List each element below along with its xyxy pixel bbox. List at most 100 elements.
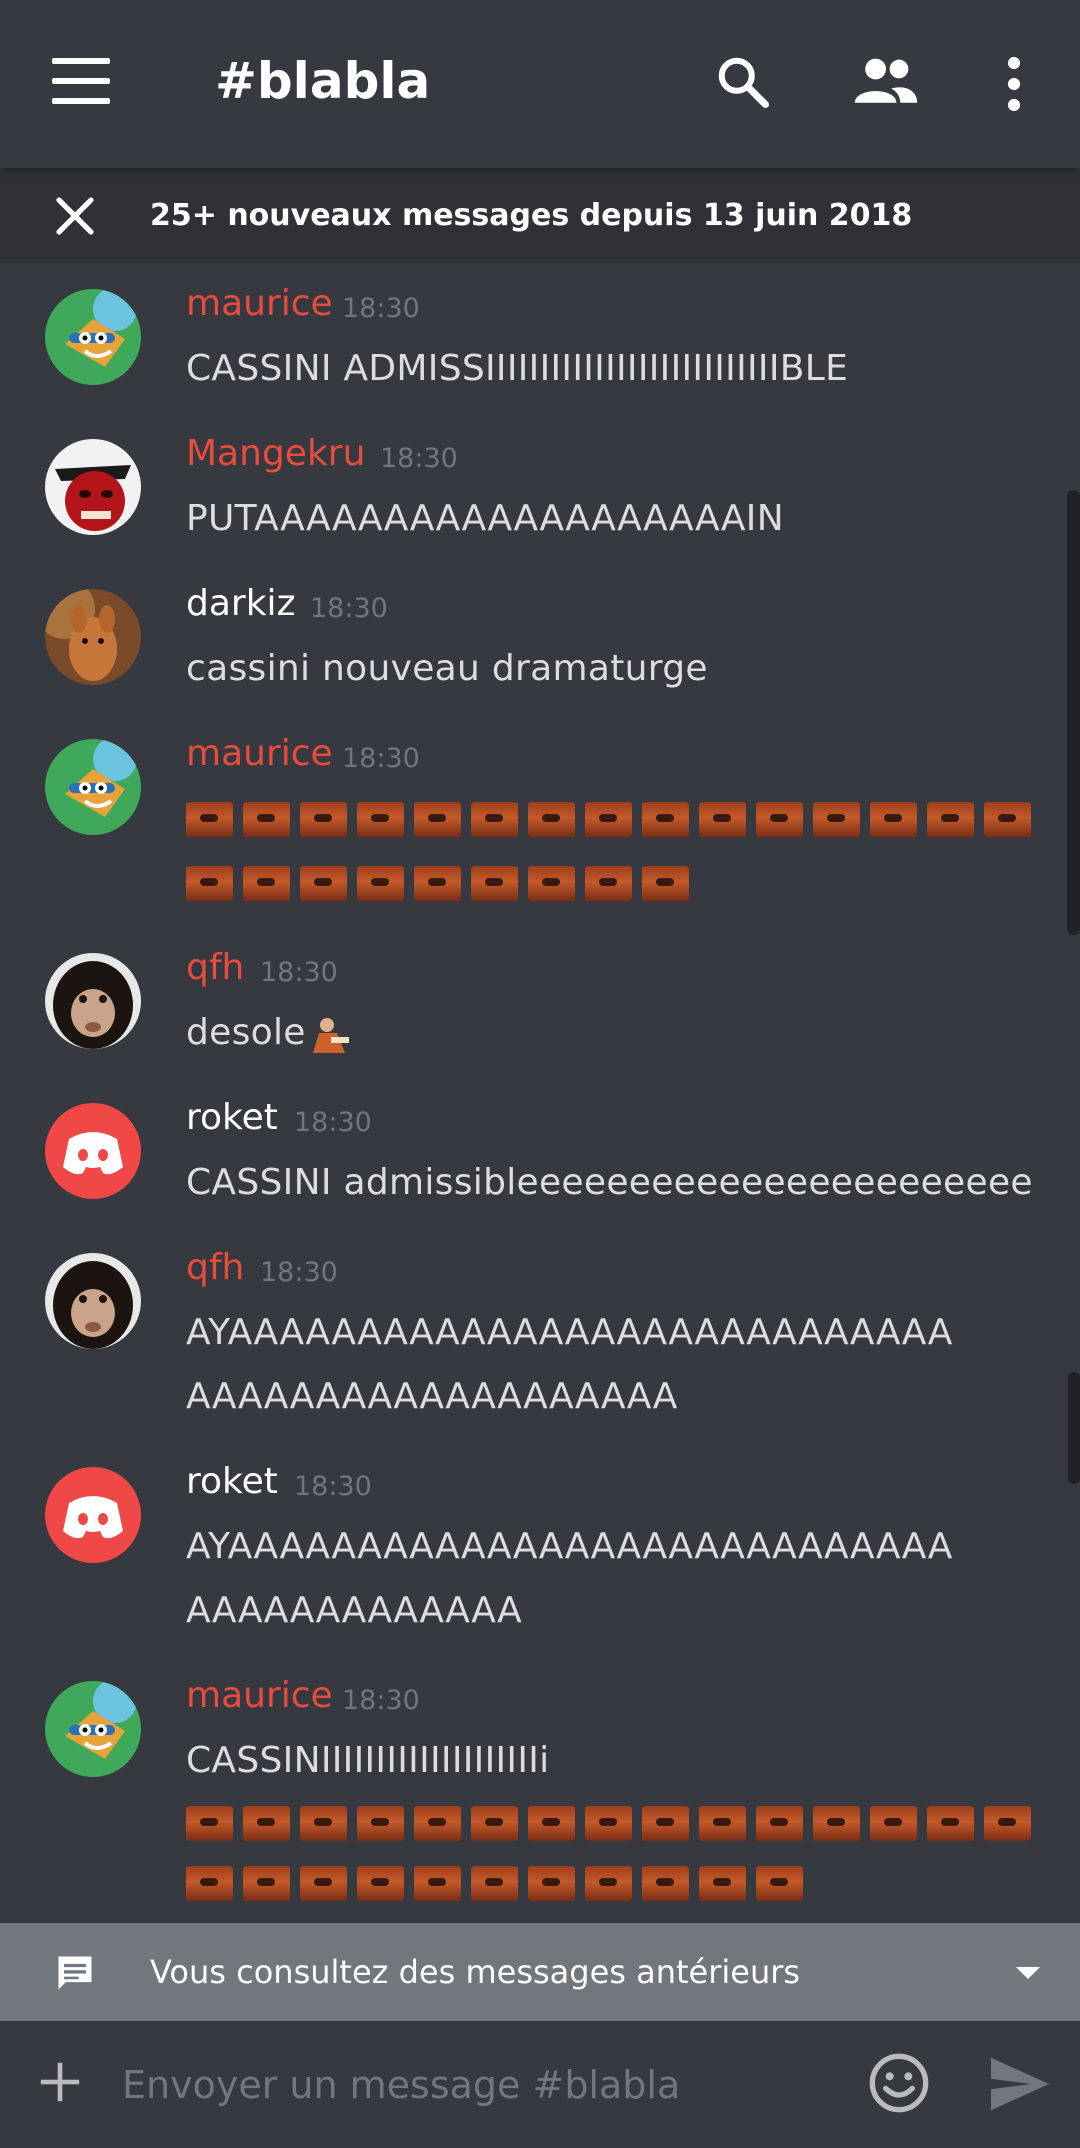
custom-emoji[interactable] <box>585 866 632 901</box>
send-icon[interactable] <box>988 2055 1052 2113</box>
custom-emoji[interactable] <box>243 802 290 837</box>
custom-emoji[interactable] <box>300 1806 347 1841</box>
custom-emoji[interactable] <box>756 1866 803 1901</box>
plus-icon[interactable] <box>37 2059 83 2105</box>
message-author[interactable]: qfh <box>186 1247 244 1288</box>
channel-header: #blabla <box>0 0 1080 168</box>
custom-emoji[interactable] <box>300 866 347 901</box>
discord-default-avatar[interactable] <box>45 1103 141 1199</box>
message-input[interactable] <box>120 2059 844 2111</box>
custom-emoji[interactable] <box>528 1806 575 1841</box>
caret-down-icon[interactable] <box>1014 1965 1042 1981</box>
custom-emoji[interactable] <box>186 1806 233 1841</box>
message-author[interactable]: roket <box>186 1461 278 1502</box>
custom-emoji[interactable] <box>471 802 518 837</box>
custom-emoji[interactable] <box>357 1806 404 1841</box>
person-emoji[interactable] <box>305 1015 355 1055</box>
emoji-row <box>186 866 699 902</box>
kangaroo-avatar[interactable] <box>45 589 141 685</box>
message-author[interactable]: qfh <box>186 947 244 988</box>
custom-emoji[interactable] <box>357 802 404 837</box>
custom-emoji[interactable] <box>642 802 689 837</box>
custom-emoji[interactable] <box>414 1866 461 1901</box>
message-author[interactable]: maurice <box>186 1675 333 1716</box>
custom-emoji[interactable] <box>471 1866 518 1901</box>
custom-emoji[interactable] <box>471 866 518 901</box>
close-icon[interactable] <box>55 196 95 236</box>
custom-emoji[interactable] <box>756 802 803 837</box>
cartoon-fox-avatar[interactable] <box>45 739 141 835</box>
custom-emoji[interactable] <box>186 1866 233 1901</box>
message-text: desole <box>186 1012 306 1053</box>
custom-emoji[interactable] <box>585 802 632 837</box>
custom-emoji[interactable] <box>414 1806 461 1841</box>
message-author[interactable]: maurice <box>186 733 333 774</box>
custom-emoji[interactable] <box>357 1866 404 1901</box>
custom-emoji[interactable] <box>243 1866 290 1901</box>
custom-emoji[interactable] <box>642 1866 689 1901</box>
custom-emoji[interactable] <box>699 1866 746 1901</box>
more-vertical-icon[interactable] <box>1000 56 1028 112</box>
message-timestamp: 18:30 <box>294 1471 372 1502</box>
custom-emoji[interactable] <box>585 1866 632 1901</box>
custom-emoji[interactable] <box>528 1866 575 1901</box>
custom-emoji[interactable] <box>300 802 347 837</box>
custom-emoji[interactable] <box>186 866 233 901</box>
message-timestamp: 18:30 <box>260 1257 338 1288</box>
custom-emoji[interactable] <box>756 1806 803 1841</box>
custom-emoji[interactable] <box>528 866 575 901</box>
cartoon-fox-avatar[interactable] <box>45 289 141 385</box>
scrollbar-thumb[interactable] <box>1068 1372 1080 1484</box>
discord-default-avatar[interactable] <box>45 1467 141 1563</box>
menu-icon[interactable] <box>52 58 112 108</box>
message-timestamp: 18:30 <box>260 957 338 988</box>
custom-emoji[interactable] <box>585 1806 632 1841</box>
custom-emoji[interactable] <box>243 866 290 901</box>
message-composer <box>0 2021 1080 2148</box>
scrollbar-thumb[interactable] <box>1067 490 1080 935</box>
custom-emoji[interactable] <box>300 1866 347 1901</box>
message-timestamp: 18:30 <box>342 293 420 324</box>
message-text: CASSINI ADMISSIIIIIIIIIIIIIIIIIIIIIIIIII… <box>186 348 849 389</box>
emoji-picker-icon[interactable] <box>867 2051 931 2115</box>
members-icon[interactable] <box>852 56 920 108</box>
custom-emoji[interactable] <box>414 802 461 837</box>
custom-emoji[interactable] <box>243 1806 290 1841</box>
custom-emoji[interactable] <box>699 1806 746 1841</box>
custom-emoji[interactable] <box>813 802 860 837</box>
message-timestamp: 18:30 <box>294 1107 372 1138</box>
custom-emoji[interactable] <box>528 802 575 837</box>
message-author[interactable]: Mangekru <box>186 433 365 474</box>
custom-emoji[interactable] <box>870 1806 917 1841</box>
search-icon[interactable] <box>713 52 773 112</box>
channel-title: #blabla <box>215 52 431 110</box>
custom-emoji[interactable] <box>927 1806 974 1841</box>
custom-emoji[interactable] <box>984 1806 1031 1841</box>
chimp-avatar[interactable] <box>45 953 141 1049</box>
custom-emoji[interactable] <box>699 802 746 837</box>
message-text-line: AAAAAAAAAAAAA <box>186 1590 523 1631</box>
message-author[interactable]: roket <box>186 1097 278 1138</box>
new-messages-banner[interactable]: 25+ nouveaux messages depuis 13 juin 201… <box>0 168 1080 263</box>
message-list[interactable]: maurice 18:30 CASSINI ADMISSIIIIIIIIIIII… <box>0 263 1080 1923</box>
custom-emoji[interactable] <box>984 802 1031 837</box>
custom-emoji[interactable] <box>642 866 689 901</box>
message-timestamp: 18:30 <box>342 743 420 774</box>
custom-emoji[interactable] <box>357 866 404 901</box>
custom-emoji[interactable] <box>186 802 233 837</box>
cartoon-fox-avatar[interactable] <box>45 1681 141 1777</box>
custom-emoji[interactable] <box>642 1806 689 1841</box>
chimp-avatar[interactable] <box>45 1253 141 1349</box>
custom-emoji[interactable] <box>414 866 461 901</box>
message-author[interactable]: darkiz <box>186 583 295 624</box>
message-timestamp: 18:30 <box>380 443 458 474</box>
red-face-avatar[interactable] <box>45 439 141 535</box>
message-author[interactable]: maurice <box>186 283 333 324</box>
custom-emoji[interactable] <box>870 802 917 837</box>
older-messages-banner[interactable]: Vous consultez des messages antérieurs <box>0 1923 1080 2021</box>
custom-emoji[interactable] <box>813 1806 860 1841</box>
custom-emoji[interactable] <box>471 1806 518 1841</box>
custom-emoji[interactable] <box>927 802 974 837</box>
message-text: CASSINIIIIIIIIIIIIIIIIIIIIi <box>186 1740 550 1781</box>
message-text-line: AYAAAAAAAAAAAAAAAAAAAAAAAAAAAA <box>186 1312 953 1353</box>
